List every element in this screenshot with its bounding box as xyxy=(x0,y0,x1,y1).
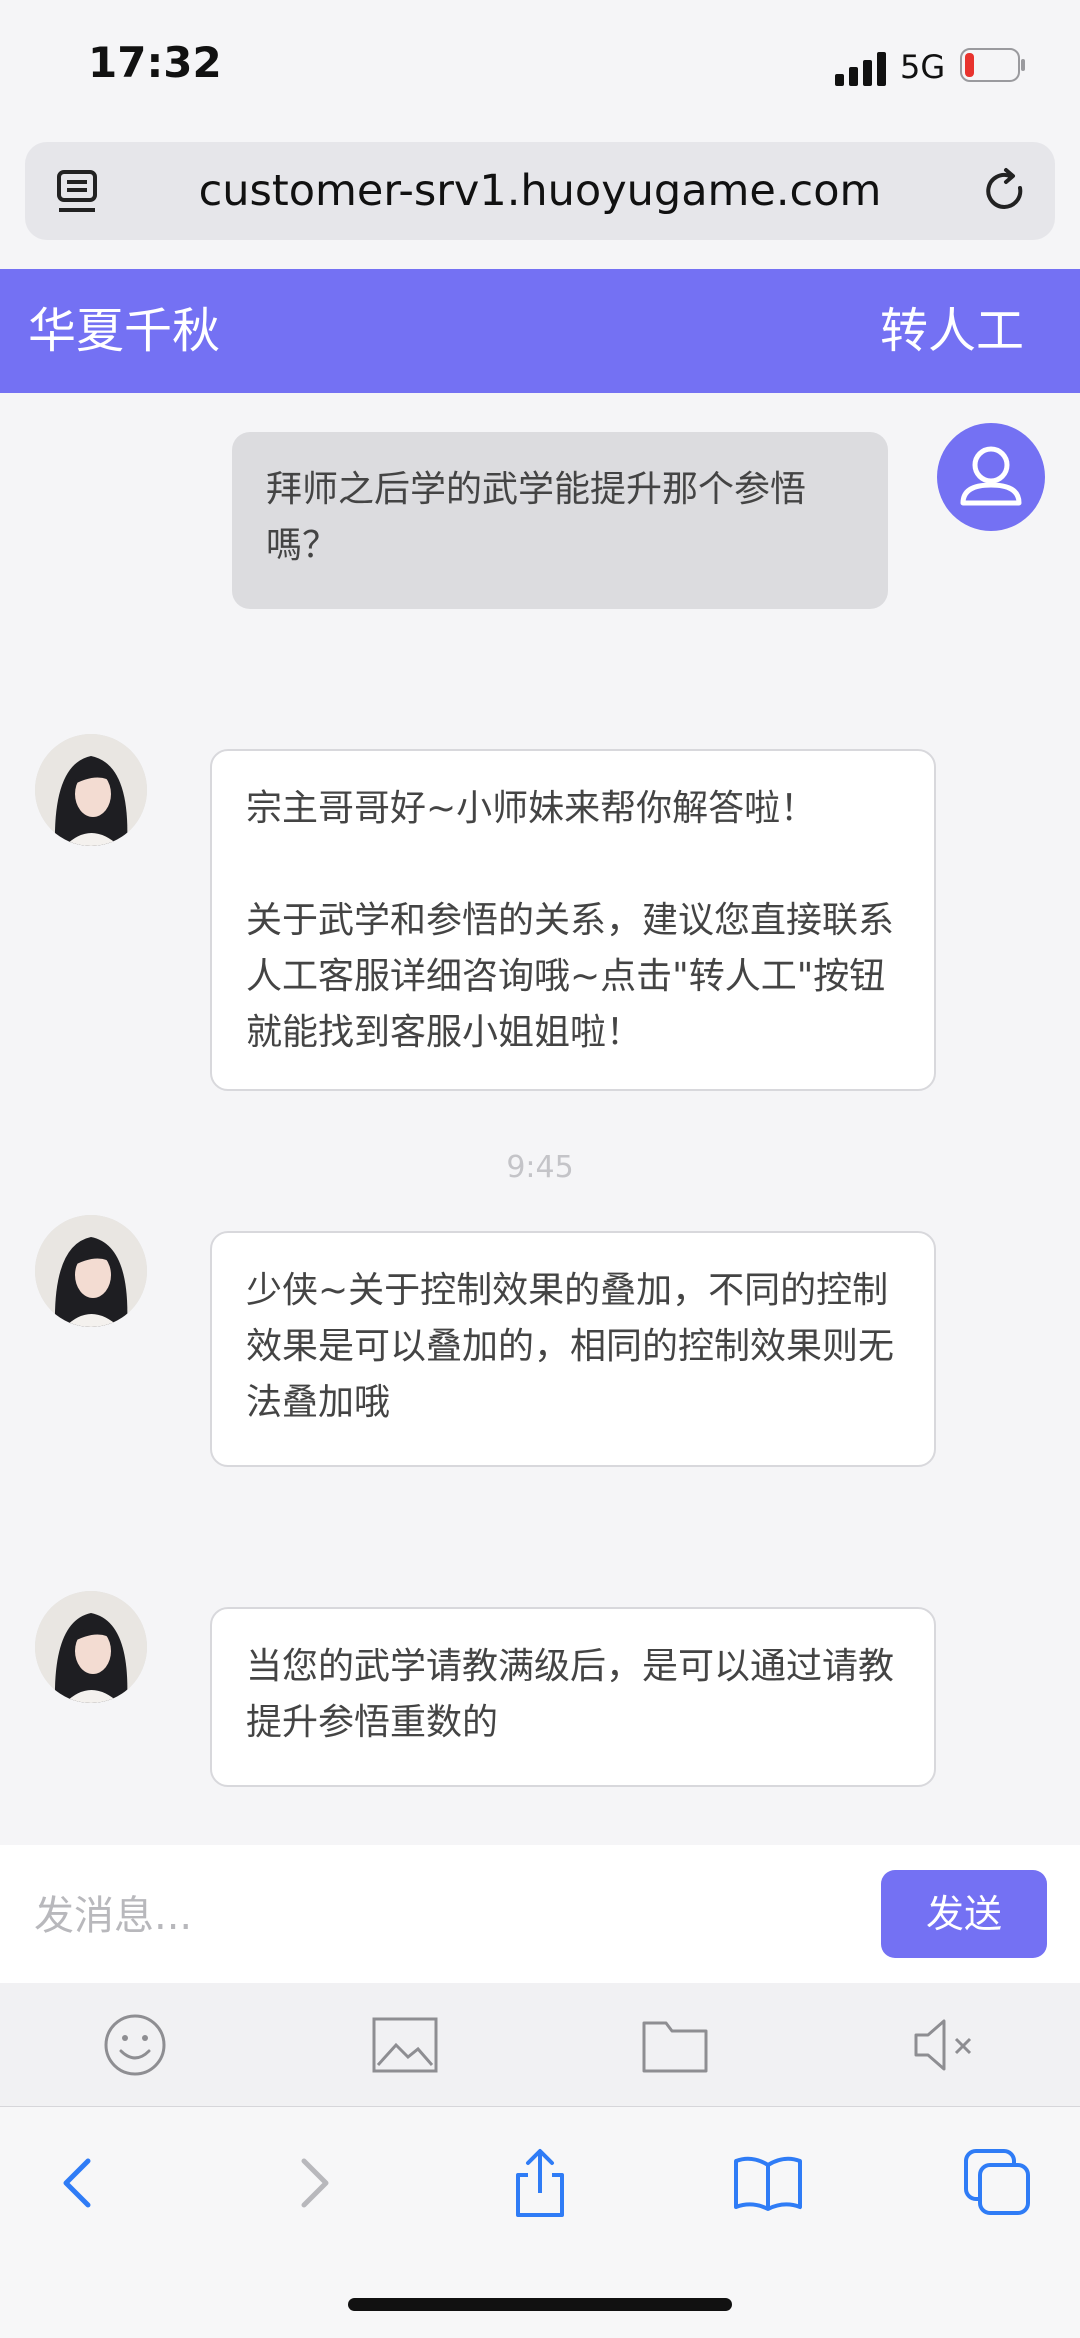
game-title: 华夏千秋 xyxy=(28,303,221,359)
message-text: 拜师之后学的武学能提升那个参悟嗎？ xyxy=(266,469,807,566)
input-tools-row xyxy=(0,1983,1080,2106)
status-time: 17:32 xyxy=(88,38,222,87)
message-input-bar: 发送 xyxy=(0,1845,1080,1983)
agent-message-bubble: 当您的武学请教满级后，是可以通过请教提升参悟重数的 xyxy=(210,1607,936,1787)
message-input[interactable] xyxy=(32,1875,856,1957)
reader-mode-icon[interactable] xyxy=(55,168,107,216)
image-icon[interactable] xyxy=(370,2013,440,2077)
share-icon[interactable] xyxy=(504,2147,576,2219)
message-text: 宗主哥哥好~小师妹来帮你解答啦！ 关于武学和参悟的关系，建议您直接联系人工客服详… xyxy=(246,788,895,1053)
home-indicator[interactable] xyxy=(348,2298,732,2311)
agent-message-bubble: 宗主哥哥好~小师妹来帮你解答啦！ 关于武学和参悟的关系，建议您直接联系人工客服详… xyxy=(210,749,936,1091)
user-avatar xyxy=(937,423,1045,531)
emoji-icon[interactable] xyxy=(100,2013,170,2077)
transfer-to-human-button[interactable]: 转人工 xyxy=(880,269,1024,393)
signal-icon xyxy=(835,52,886,86)
bookmarks-icon[interactable] xyxy=(732,2147,804,2219)
agent-message-bubble: 少侠~关于控制效果的叠加，不同的控制效果是可以叠加的，相同的控制效果则无法叠加哦 xyxy=(210,1231,936,1467)
user-icon xyxy=(960,446,1022,506)
agent-avatar xyxy=(35,1591,147,1703)
reload-icon[interactable] xyxy=(980,166,1030,216)
send-button[interactable]: 发送 xyxy=(881,1870,1047,1958)
mute-icon[interactable] xyxy=(910,2013,980,2077)
chat-header: 华夏千秋 转人工 xyxy=(0,269,1080,393)
message-timestamp: 9:45 xyxy=(506,1150,574,1185)
agent-avatar xyxy=(35,734,147,846)
message-text: 当您的武学请教满级后，是可以通过请教提升参悟重数的 xyxy=(246,1646,895,1743)
network-type: 5G xyxy=(900,48,946,86)
message-text: 少侠~关于控制效果的叠加，不同的控制效果是可以叠加的，相同的控制效果则无法叠加哦 xyxy=(246,1270,895,1423)
user-message-bubble: 拜师之后学的武学能提升那个参悟嗎？ xyxy=(232,432,888,609)
tabs-icon[interactable] xyxy=(962,2147,1034,2219)
url-text[interactable]: customer-srv1.huoyugame.com xyxy=(25,142,1055,240)
back-icon[interactable] xyxy=(44,2147,116,2219)
folder-icon[interactable] xyxy=(640,2013,710,2077)
url-bar[interactable]: customer-srv1.huoyugame.com xyxy=(25,142,1055,240)
battery-icon xyxy=(960,48,1025,82)
forward-icon[interactable] xyxy=(276,2147,348,2219)
agent-avatar xyxy=(35,1215,147,1327)
